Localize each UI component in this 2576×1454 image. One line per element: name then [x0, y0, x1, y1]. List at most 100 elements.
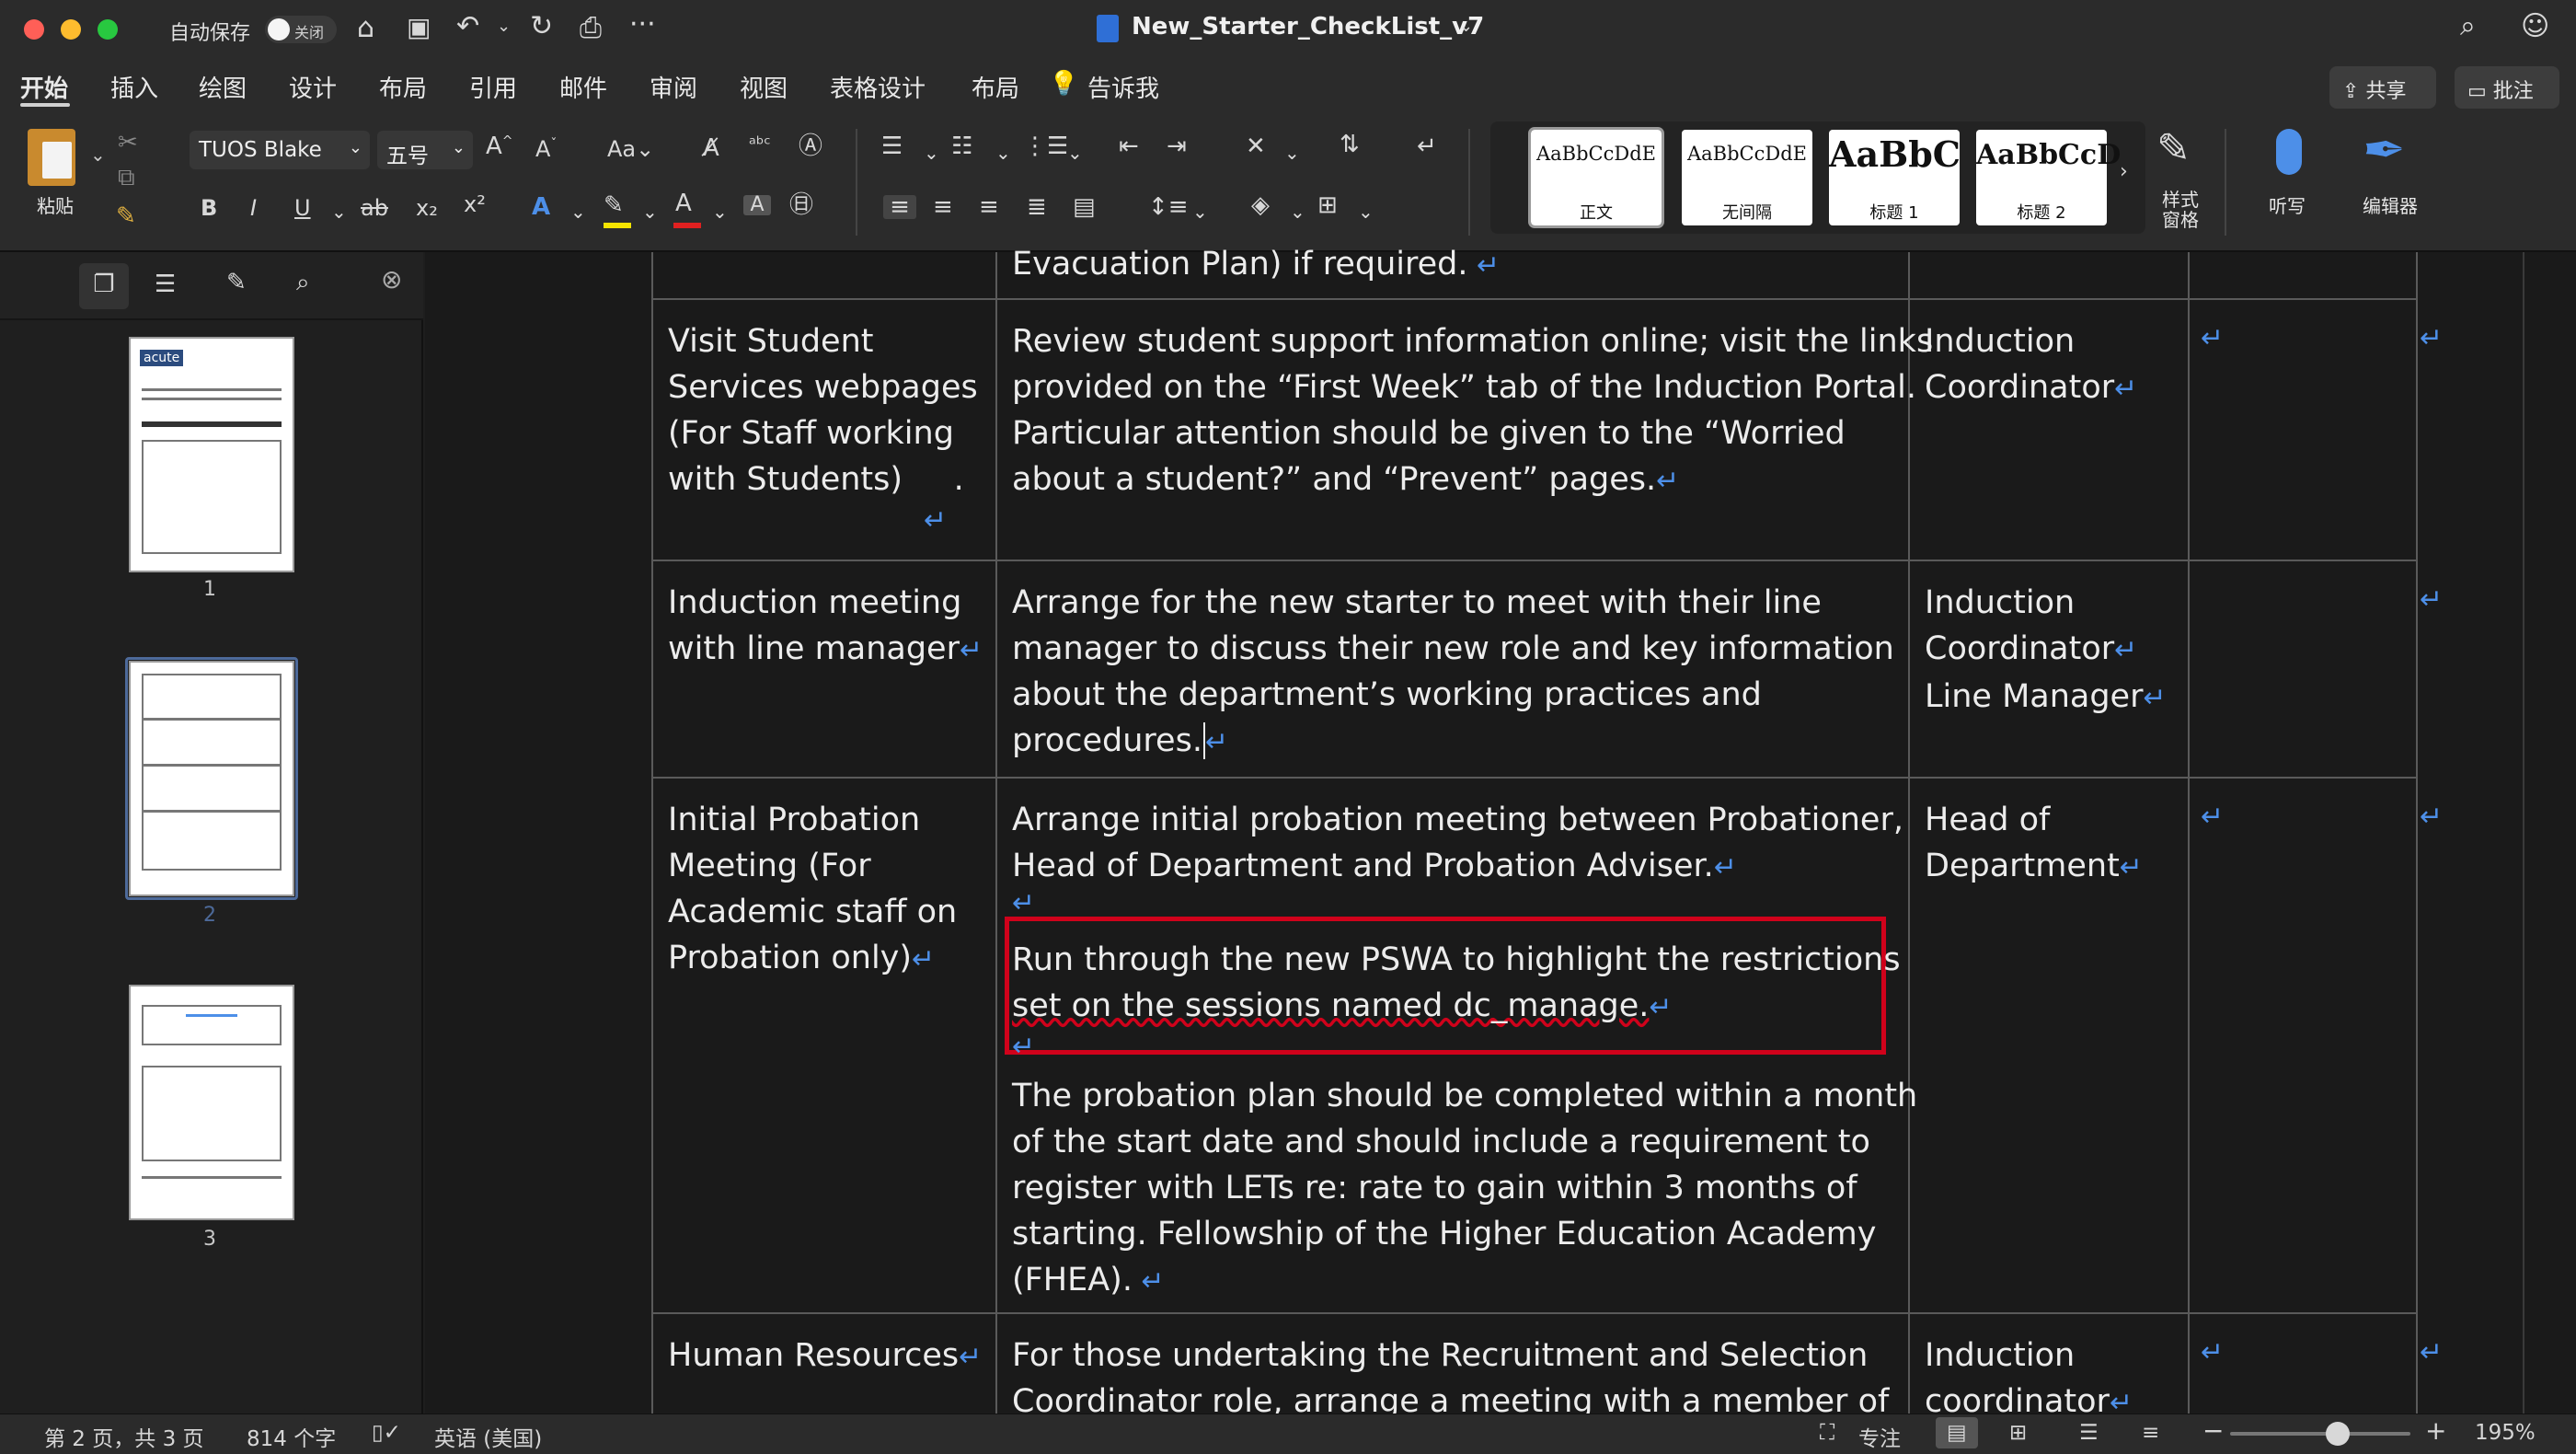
bullets-dropdown-icon[interactable]: ⌄	[924, 142, 939, 164]
proofing-icon[interactable]: ▯✓	[372, 1421, 401, 1445]
close-pane-icon[interactable]: ⊗	[381, 267, 402, 293]
document-title[interactable]: New_Starter_CheckList_v7	[1132, 13, 1484, 40]
table-cell-responsible[interactable]: Induction Coordinator↵ Line Manager↵	[1925, 580, 2167, 721]
distributed-icon[interactable]: ▤	[1073, 195, 1096, 219]
table-cell-detail[interactable]: Review student support information onlin…	[1012, 318, 1933, 504]
font-name-select[interactable]: TUOS Blake ⌄	[190, 131, 370, 169]
close-window-button[interactable]	[24, 19, 44, 40]
line-spacing-dropdown-icon[interactable]: ⌄	[1192, 201, 1208, 223]
outline-view-icon[interactable]: ☰	[2079, 1421, 2099, 1445]
focus-label[interactable]: 专注	[1858, 1421, 1901, 1452]
thumbnails-tab[interactable]: ❐	[79, 263, 129, 309]
cut-icon[interactable]: ✂	[118, 131, 138, 155]
more-icon[interactable]: ···	[629, 11, 656, 39]
home-icon[interactable]: ⌂	[357, 15, 374, 42]
multilevel-dropdown-icon[interactable]: ⌄	[1067, 142, 1083, 164]
table-cell-detail[interactable]: The probation plan should be completed w…	[1012, 1073, 1917, 1305]
shading-icon[interactable]: ◈	[1251, 193, 1270, 217]
align-left-icon[interactable]: ≡	[883, 195, 916, 219]
table-cell-task[interactable]: Initial Probation Meeting (For Academic st…	[668, 797, 957, 983]
justify-icon[interactable]: ≣	[1027, 195, 1047, 219]
strikethrough-icon[interactable]: ab	[361, 197, 388, 219]
page-thumbnail-1[interactable]: acute	[129, 337, 294, 572]
comments-button[interactable]: ▭ 批注	[2455, 66, 2559, 109]
table-cell-responsible[interactable]: Induction coordinator↵	[1925, 1333, 2133, 1426]
draft-view-icon[interactable]: ≡	[2142, 1421, 2159, 1445]
undo-dropdown-icon[interactable]: ⌄	[497, 18, 511, 35]
dictate-icon[interactable]	[2276, 129, 2302, 175]
search-pane-icon[interactable]: ⌕	[296, 271, 310, 294]
character-border-icon[interactable]: Ⓐ	[799, 134, 822, 158]
numbering-icon[interactable]: ☷	[951, 134, 972, 158]
clear-formatting-icon[interactable]: A̸	[703, 136, 719, 160]
grow-font-icon[interactable]: A^	[486, 134, 513, 158]
italic-icon[interactable]: I	[250, 197, 257, 219]
highlighted-paragraph[interactable]: Run through the new PSWA to highlight th…	[1012, 937, 1901, 1031]
tab-review[interactable]: 审阅	[650, 70, 697, 104]
page-count[interactable]: 第 2 页，共 3 页	[44, 1421, 204, 1452]
language-status[interactable]: 英语 (美国)	[434, 1421, 542, 1452]
asian-layout-icon[interactable]: ✕	[1246, 134, 1266, 158]
format-painter-icon[interactable]: ✎	[116, 204, 136, 228]
tab-insert[interactable]: 插入	[110, 70, 158, 104]
asian-layout-dropdown-icon[interactable]: ⌄	[1284, 142, 1300, 164]
title-dropdown-icon[interactable]: ⌄	[1459, 18, 1473, 35]
zoom-slider-track[interactable]	[2230, 1432, 2410, 1436]
text-effects-icon[interactable]: A	[532, 195, 550, 219]
page-thumbnail-2[interactable]	[129, 661, 294, 896]
font-color-dropdown-icon[interactable]: ⌄	[712, 201, 728, 223]
borders-dropdown-icon[interactable]: ⌄	[1358, 201, 1374, 223]
styles-pane-icon[interactable]: ✎	[2156, 129, 2191, 169]
zoom-in-icon[interactable]: +	[2425, 1415, 2446, 1446]
tab-references[interactable]: 引用	[469, 70, 517, 104]
tab-design[interactable]: 设计	[289, 70, 337, 104]
table-cell-detail[interactable]: Arrange initial probation meeting betwee…	[1012, 797, 1903, 891]
undo-icon[interactable]: ↶	[456, 13, 479, 40]
enclose-character-icon[interactable]: ㊐	[789, 193, 813, 217]
zoom-window-button[interactable]	[98, 19, 118, 40]
table-cell-detail[interactable]: Arrange for the new starter to meet with…	[1012, 580, 1894, 766]
redo-icon[interactable]: ↻	[530, 13, 553, 40]
paste-icon[interactable]	[28, 129, 75, 186]
superscript-icon[interactable]: x²	[464, 193, 486, 215]
zoom-slider-thumb[interactable]	[2326, 1422, 2350, 1446]
print-layout-view-button[interactable]: ▤	[1936, 1417, 1978, 1448]
table-cell-detail[interactable]: For those undertaking the Recruitment an…	[1012, 1333, 1889, 1425]
word-count[interactable]: 814 个字	[247, 1421, 336, 1452]
style-heading-2[interactable]: AaBbCcD 标题 2	[1976, 130, 2121, 225]
tab-table-design[interactable]: 表格设计	[830, 70, 926, 104]
underline-icon[interactable]: U	[294, 197, 311, 219]
save-icon[interactable]: ▣	[407, 15, 431, 40]
print-icon[interactable]: ⎙	[580, 15, 602, 42]
align-right-icon[interactable]: ≡	[979, 195, 999, 219]
font-size-select[interactable]: 五号 ⌄	[377, 131, 473, 169]
tab-table-layout[interactable]: 布局	[972, 70, 1019, 104]
focus-icon[interactable]: ⛶	[1820, 1421, 1834, 1445]
web-layout-icon[interactable]: ⊞	[2009, 1421, 2027, 1445]
tab-view[interactable]: 视图	[740, 70, 788, 104]
zoom-level[interactable]: 195%	[2475, 1421, 2536, 1445]
align-center-icon[interactable]: ≡	[933, 195, 953, 219]
search-icon[interactable]: ⌕	[2460, 13, 2476, 40]
numbering-dropdown-icon[interactable]: ⌄	[995, 142, 1011, 164]
table-cell-task[interactable]: Induction meeting with line manager↵	[668, 580, 983, 674]
tab-mailings[interactable]: 邮件	[559, 70, 607, 104]
multilevel-list-icon[interactable]: ⋮☰	[1023, 134, 1068, 158]
editor-icon[interactable]: ✒	[2363, 125, 2406, 177]
show-marks-icon[interactable]: ↵	[1417, 134, 1437, 158]
minimize-window-button[interactable]	[61, 19, 81, 40]
shading-dropdown-icon[interactable]: ⌄	[1290, 201, 1305, 223]
tab-draw[interactable]: 绘图	[199, 70, 247, 104]
style-normal[interactable]: AaBbCcDdE 正文	[1528, 127, 1664, 228]
sort-icon[interactable]: ⇅	[1340, 133, 1360, 156]
style-no-spacing[interactable]: AaBbCcDdE 无间隔	[1682, 130, 1812, 225]
highlight-color-icon[interactable]: ✎	[604, 193, 624, 217]
share-button[interactable]: ⇪ 共享	[2329, 66, 2436, 109]
style-heading-1[interactable]: AaBbC 标题 1	[1829, 130, 1961, 225]
underline-dropdown-icon[interactable]: ⌄	[331, 201, 347, 223]
tab-layout[interactable]: 布局	[379, 70, 427, 104]
bullets-icon[interactable]: ☰	[881, 134, 903, 158]
borders-icon[interactable]: ⊞	[1317, 193, 1338, 217]
edits-tab-icon[interactable]: ✎	[226, 271, 247, 294]
text-effects-dropdown-icon[interactable]: ⌄	[570, 201, 586, 223]
